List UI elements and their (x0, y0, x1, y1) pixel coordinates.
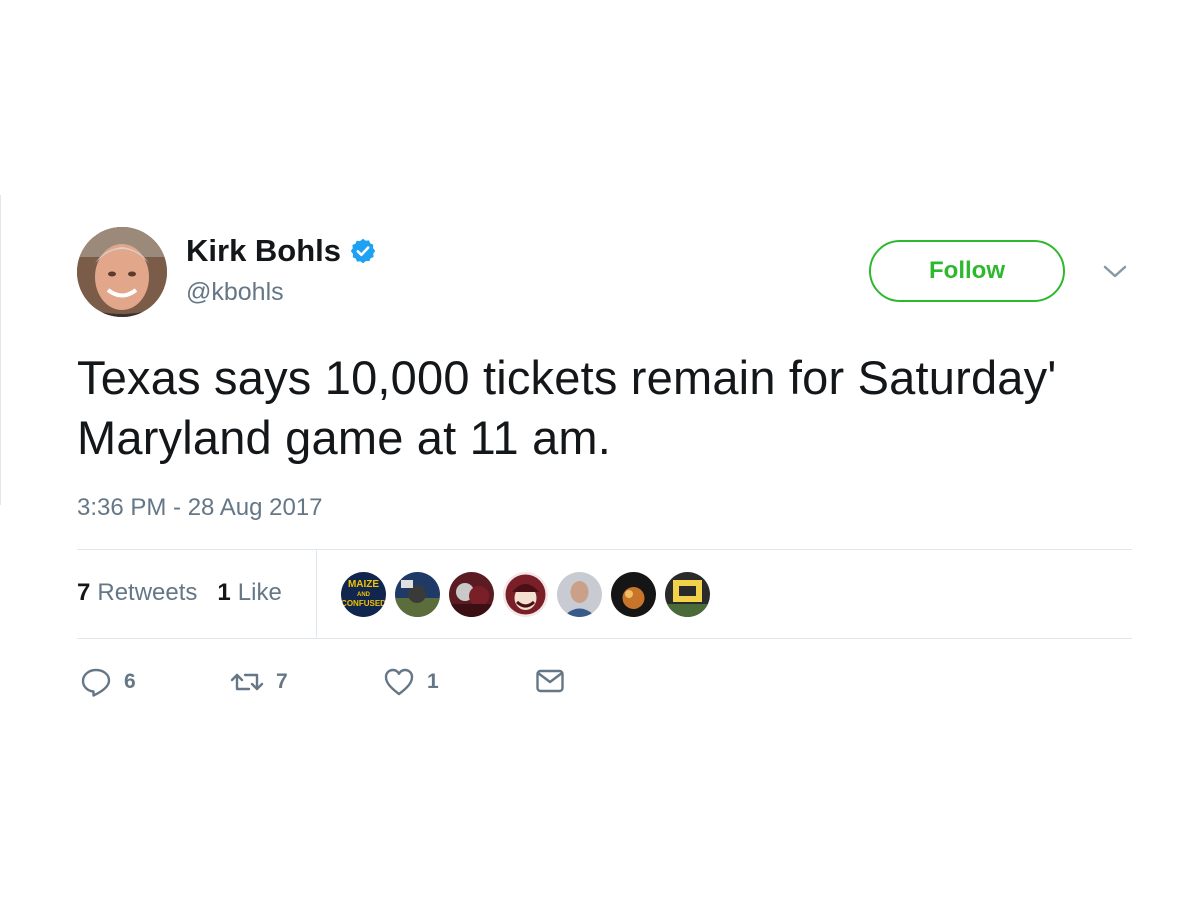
left-edge-divider (0, 195, 1, 505)
svg-text:MAIZE: MAIZE (348, 579, 379, 590)
retweets-stat-count: 7 (77, 579, 91, 606)
reply-icon (81, 668, 111, 697)
svg-text:CONFUSED: CONFUSED (341, 599, 386, 608)
liker-avatars: MAIZE AND CONFUSED (341, 572, 710, 617)
stats-top-divider (77, 549, 1132, 550)
likes-stat[interactable]: 1 Like (217, 578, 281, 608)
retweets-stat-label: Retweets (97, 579, 198, 606)
author-display-name[interactable]: Kirk Bohls (186, 232, 341, 270)
like-button[interactable]: 1 (383, 666, 439, 698)
likes-stat-label: Like (237, 579, 282, 606)
retweet-button[interactable]: 7 (230, 666, 288, 698)
reply-button[interactable]: 6 (80, 666, 136, 698)
actions-top-divider (77, 638, 1132, 639)
liker-avatar-2[interactable] (395, 572, 440, 617)
stats-separator (316, 550, 317, 638)
tweet-timestamp[interactable]: 3:36 PM - 28 Aug 2017 (77, 493, 323, 523)
chevron-down-icon[interactable] (1102, 262, 1128, 282)
retweet-count: 7 (276, 670, 288, 693)
like-count: 1 (427, 670, 439, 693)
author-avatar[interactable] (77, 227, 167, 317)
message-icon (536, 669, 564, 693)
svg-text:AND: AND (357, 592, 371, 598)
verified-badge-icon (349, 237, 377, 265)
engagement-stats: 7 Retweets 1 Like (77, 578, 282, 608)
author-name-row: Kirk Bohls (186, 232, 377, 270)
liker-avatar-5[interactable] (557, 572, 602, 617)
heart-icon (384, 668, 414, 696)
reply-count: 6 (124, 670, 136, 693)
likes-stat-count: 1 (217, 579, 231, 606)
tweet-text: Texas says 10,000 tickets remain for Sat… (77, 351, 1057, 464)
direct-message-button[interactable] (535, 666, 565, 696)
retweet-icon (230, 673, 264, 691)
tweet-card: Kirk Bohls @kbohls Follow Texas says 10,… (0, 0, 1200, 916)
liker-avatar-7[interactable] (665, 572, 710, 617)
liker-avatar-maize[interactable]: MAIZE AND CONFUSED (341, 572, 386, 617)
liker-avatar-3[interactable] (449, 572, 494, 617)
maize-logo: MAIZE AND CONFUSED (341, 572, 386, 617)
liker-avatar-6[interactable] (611, 572, 656, 617)
retweets-stat[interactable]: 7 Retweets (77, 578, 197, 608)
liker-avatar-4[interactable] (503, 572, 548, 617)
author-handle[interactable]: @kbohls (186, 276, 284, 308)
follow-button[interactable]: Follow (869, 240, 1065, 302)
